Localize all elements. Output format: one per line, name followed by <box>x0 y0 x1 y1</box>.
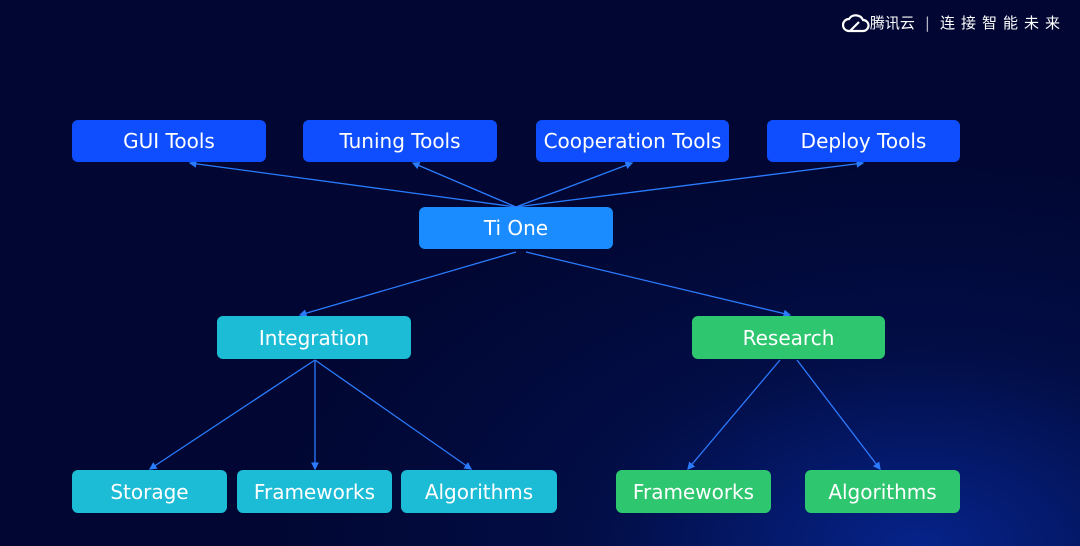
node-integration[interactable]: Integration <box>217 316 411 359</box>
edge-integration-algorithms <box>314 359 473 470</box>
node-integration-frameworks[interactable]: Frameworks <box>237 470 392 513</box>
node-integration-algorithms[interactable]: Algorithms <box>401 470 557 513</box>
node-deploy-tools[interactable]: Deploy Tools <box>767 120 960 162</box>
edge-root-research <box>525 251 792 318</box>
edge-research-algorithms <box>796 359 881 471</box>
edge-integration-storage <box>148 359 316 470</box>
edge-root-integration <box>298 251 517 317</box>
diagram-edges <box>148 159 881 471</box>
node-gui-tools[interactable]: GUI Tools <box>72 120 266 162</box>
node-ti-one[interactable]: Ti One <box>419 207 613 249</box>
node-cooperation-tools[interactable]: Cooperation Tools <box>536 120 729 162</box>
edge-root-gui <box>188 160 517 208</box>
edge-root-deploy <box>515 159 865 208</box>
node-research[interactable]: Research <box>692 316 885 359</box>
node-integration-storage[interactable]: Storage <box>72 470 227 513</box>
edge-research-frameworks <box>687 359 781 470</box>
node-tuning-tools[interactable]: Tuning Tools <box>303 120 497 162</box>
node-research-frameworks[interactable]: Frameworks <box>616 470 771 513</box>
edge-root-cooperation <box>515 161 634 208</box>
node-research-algorithms[interactable]: Algorithms <box>805 470 960 513</box>
